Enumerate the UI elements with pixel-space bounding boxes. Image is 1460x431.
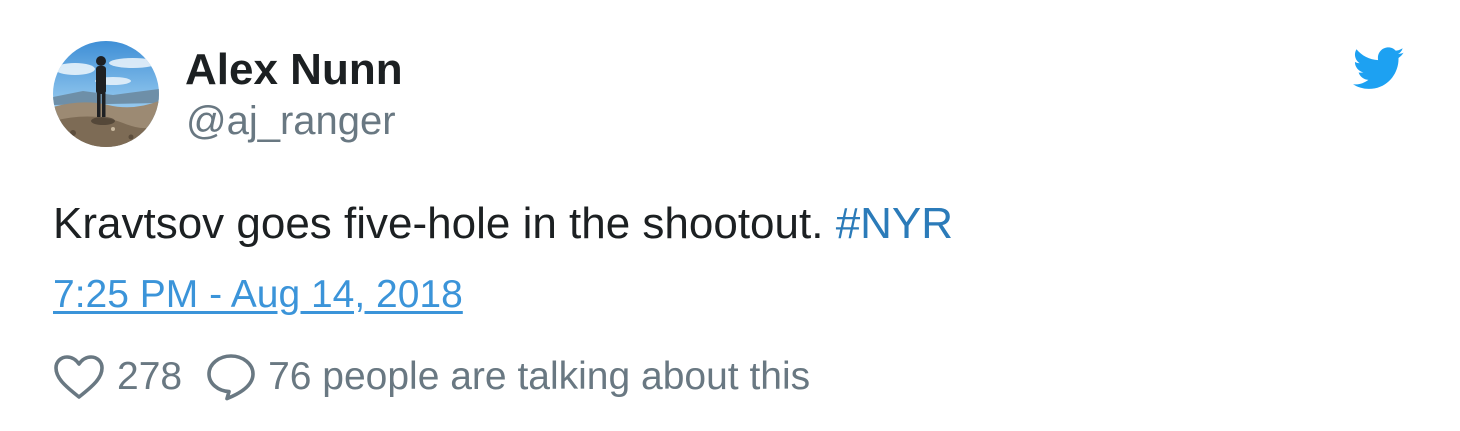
heart-icon — [54, 355, 104, 399]
twitter-bird-icon[interactable] — [1352, 46, 1405, 92]
conversation-link[interactable]: 76 people are talking about this — [206, 353, 810, 401]
avatar[interactable] — [53, 41, 159, 147]
avatar-image — [53, 41, 159, 147]
like-button[interactable]: 278 — [53, 354, 182, 400]
author-display-name[interactable]: Alex Nunn — [185, 40, 403, 100]
tweet-text: Kravtsov goes five-hole in the shootout.… — [53, 192, 953, 256]
hashtag-link[interactable]: #NYR — [836, 199, 953, 248]
like-count: 278 — [117, 355, 183, 398]
tweet-timestamp-link[interactable]: 7:25 PM - Aug 14, 2018 — [53, 267, 463, 323]
tweet-actions: 278 76 people are talking about this — [53, 349, 810, 405]
tweet-card: Alex Nunn @aj_ranger Kravtsov goes five-… — [0, 0, 1460, 431]
conversation-label: 76 people are talking about this — [268, 355, 811, 398]
author-handle[interactable]: @aj_ranger — [186, 93, 396, 149]
speech-bubble-icon — [207, 354, 255, 401]
tweet-body: Kravtsov goes five-hole in the shootout. — [53, 199, 836, 248]
